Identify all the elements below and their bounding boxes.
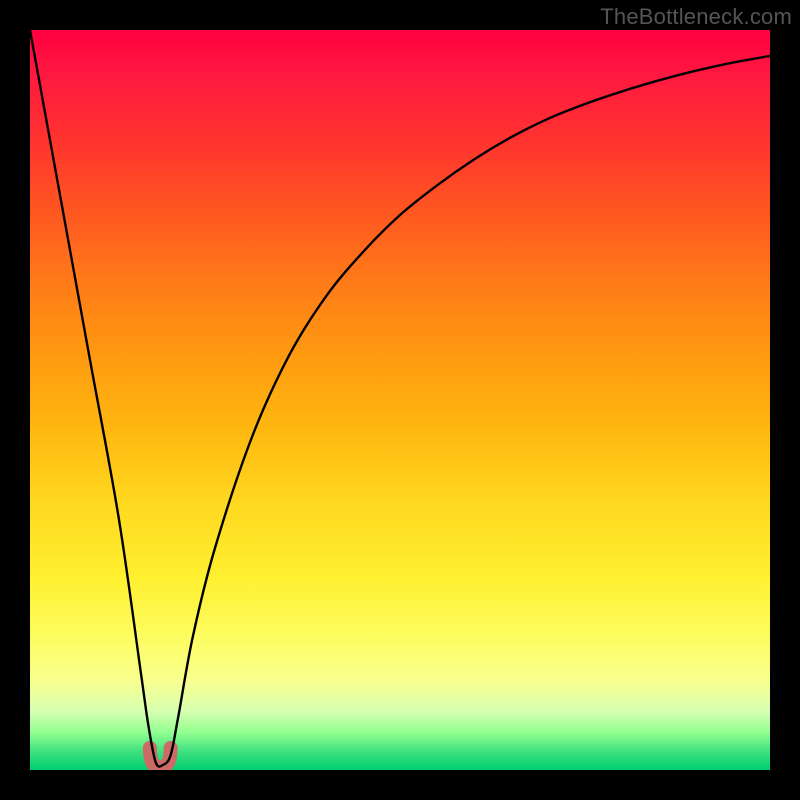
watermark-text: TheBottleneck.com <box>600 4 792 30</box>
chart-frame: TheBottleneck.com <box>0 0 800 800</box>
curve-layer <box>30 30 770 770</box>
bottleneck-curve <box>30 30 770 767</box>
plot-area <box>30 30 770 770</box>
